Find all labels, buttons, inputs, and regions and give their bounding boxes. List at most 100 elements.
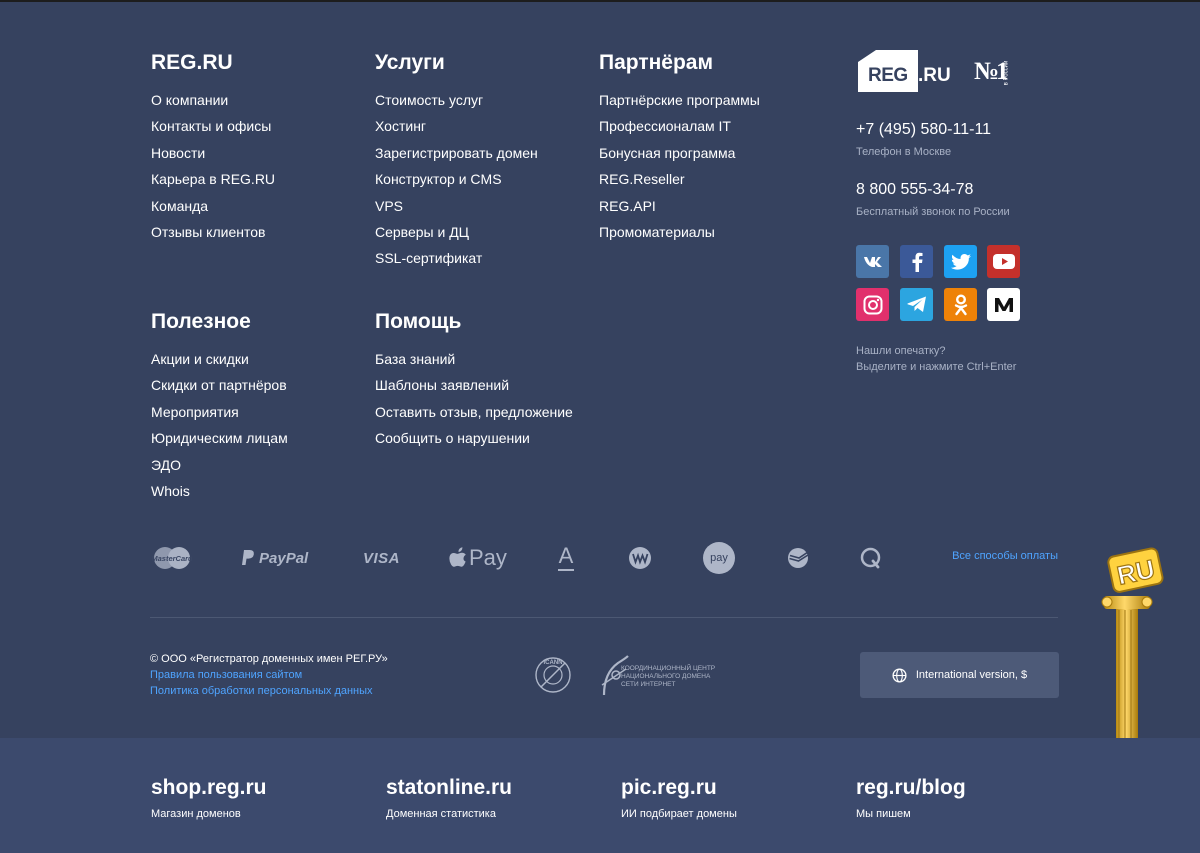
link-servers-dc[interactable]: Серверы и ДЦ [375,219,538,245]
phone-free-caption: Бесплатный звонок по России [856,206,1010,218]
site-statonline-link[interactable]: statonline.ru [386,776,512,800]
link-it-pros[interactable]: Профессионалам IT [599,113,760,139]
footer-column-useful: Полезное Акции и скидки Скидки от партнё… [151,308,288,504]
coordination-center-logo: КООРДИНАЦИОННЫЙ ЦЕНТР НАЦИОНАЛЬНОГО ДОМЕ… [600,655,730,697]
copyright-block: © ООО «Регистратор доменных имен РЕГ.РУ»… [150,651,388,699]
instagram-icon[interactable] [856,288,889,321]
link-prices[interactable]: Стоимость услуг [375,87,538,113]
link-legal-entities[interactable]: Юридическим лицам [151,425,288,451]
column-title[interactable]: Услуги [375,49,538,77]
cc-line-1: КООРДИНАЦИОННЫЙ ЦЕНТР [621,665,716,672]
apple-pay-icon: Pay [449,538,507,578]
international-version-label: International version, $ [915,669,1028,681]
footer-divider [150,617,1058,618]
cc-line-3: СЕТИ ИНТЕРНЕТ [621,681,676,688]
link-events[interactable]: Мероприятия [151,399,288,425]
column-title[interactable]: REG.RU [151,49,275,77]
link-knowledge-base[interactable]: База знаний [375,346,573,372]
gpay-circle: pay [703,542,735,574]
phone-moscow[interactable]: +7 (495) 580-11-11 [856,121,991,139]
applepay-label: Pay [469,545,507,570]
typo-line-2: Выделите и нажмите Ctrl+Enter [856,361,1017,373]
typo-notice: Нашли опечатку? Выделите и нажмите Ctrl+… [856,343,1016,375]
link-vps[interactable]: VPS [375,193,538,219]
footer-column-regru: REG.RU О компании Контакты и офисы Новос… [151,49,275,245]
site-shop-desc: Магазин доменов [151,808,241,820]
gpay-label: pay [710,552,728,564]
link-reseller[interactable]: REG.Reseller [599,166,760,192]
link-team[interactable]: Команда [151,193,275,219]
column-title[interactable]: Помощь [375,308,573,336]
link-templates[interactable]: Шаблоны заявлений [375,372,573,398]
youtube-icon[interactable] [987,245,1020,278]
link-promotions[interactable]: Акции и скидки [151,346,288,372]
mastercard-icon: MasterCard [152,538,192,578]
alfa-underline [558,568,574,571]
link-career[interactable]: Карьера в REG.RU [151,166,275,192]
link-whois[interactable]: Whois [151,478,288,504]
badge-subtitle: в России [1003,60,1010,86]
link-reviews[interactable]: Отзывы клиентов [151,219,275,245]
link-about[interactable]: О компании [151,87,275,113]
phone-free[interactable]: 8 800 555-34-78 [856,181,973,199]
logo-text-reg: REG [868,65,908,86]
site-blog-link[interactable]: reg.ru/blog [856,776,966,800]
sister-sites-bar: shop.reg.ru Магазин доменов statonline.r… [0,738,1200,853]
facebook-icon[interactable] [900,245,933,278]
visa-icon: VISA [363,538,400,578]
globe-icon [892,667,907,683]
link-partner-programs[interactable]: Партнёрские программы [599,87,760,113]
regru-logo[interactable]: REG .RU №1 в России [856,48,1026,98]
terms-link[interactable]: Правила пользования сайтом [150,667,388,683]
paypal-label: PayPal [259,549,309,567]
link-bonus[interactable]: Бонусная программа [599,140,760,166]
telegram-icon[interactable] [900,288,933,321]
link-ssl[interactable]: SSL-сертификат [375,245,538,271]
column-title[interactable]: Полезное [151,308,288,336]
payment-methods: MasterCard PayPal VISA Pay А pay Все спо… [150,538,1060,578]
site-shop-link[interactable]: shop.reg.ru [151,776,267,800]
medium-icon[interactable] [987,288,1020,321]
paypal-icon: PayPal [241,538,308,578]
mastercard-label: MasterCard [152,554,192,563]
link-edo[interactable]: ЭДО [151,452,288,478]
link-builder-cms[interactable]: Конструктор и CMS [375,166,538,192]
link-partner-discounts[interactable]: Скидки от партнёров [151,372,288,398]
link-register-domain[interactable]: Зарегистрировать домен [375,140,538,166]
column-links: О компании Контакты и офисы Новости Карь… [151,87,275,245]
link-promo[interactable]: Промоматериалы [599,219,760,245]
site-statonline: statonline.ru Доменная статистика [386,776,512,820]
site-pic-desc: ИИ подбирает домены [621,808,737,820]
number-one-badge: №1 в России [974,56,1018,92]
footer-column-help: Помощь База знаний Шаблоны заявлений Ост… [375,308,573,452]
odnoklassniki-icon[interactable] [944,288,977,321]
site-pic-link[interactable]: pic.reg.ru [621,776,737,800]
sberbank-icon [786,538,810,578]
badge-number: №1 [974,58,1009,85]
typo-line-1: Нашли опечатку? [856,345,946,357]
link-hosting[interactable]: Хостинг [375,113,538,139]
link-news[interactable]: Новости [151,140,275,166]
cc-line-2: НАЦИОНАЛЬНОГО ДОМЕНА [621,673,711,680]
webmoney-icon [628,538,652,578]
vk-icon[interactable] [856,245,889,278]
icann-logo: ICANN [533,655,573,695]
column-links: Акции и скидки Скидки от партнёров Мероп… [151,346,288,504]
phone-moscow-caption: Телефон в Москве [856,146,952,158]
link-report-abuse[interactable]: Сообщить о нарушении [375,425,573,451]
twitter-icon[interactable] [944,245,977,278]
golden-column-statue: RU [1100,540,1200,738]
link-contacts[interactable]: Контакты и офисы [151,113,275,139]
international-version-button[interactable]: International version, $ [860,652,1059,698]
alfa-label: А [558,542,574,568]
gpay-icon: pay [703,538,735,578]
coordination-center-text: КООРДИНАЦИОННЫЙ ЦЕНТР НАЦИОНАЛЬНОГО ДОМЕ… [621,665,715,689]
link-api[interactable]: REG.API [599,193,760,219]
column-links: Стоимость услуг Хостинг Зарегистрировать… [375,87,538,272]
all-payment-methods-link[interactable]: Все способы оплаты [952,550,1058,562]
logo-text-ru: .RU [918,65,951,86]
column-title[interactable]: Партнёрам [599,49,760,77]
link-feedback[interactable]: Оставить отзыв, предложение [375,399,573,425]
privacy-link[interactable]: Политика обработки персональных данных [150,683,388,699]
site-blog-desc: Мы пишем [856,808,911,820]
